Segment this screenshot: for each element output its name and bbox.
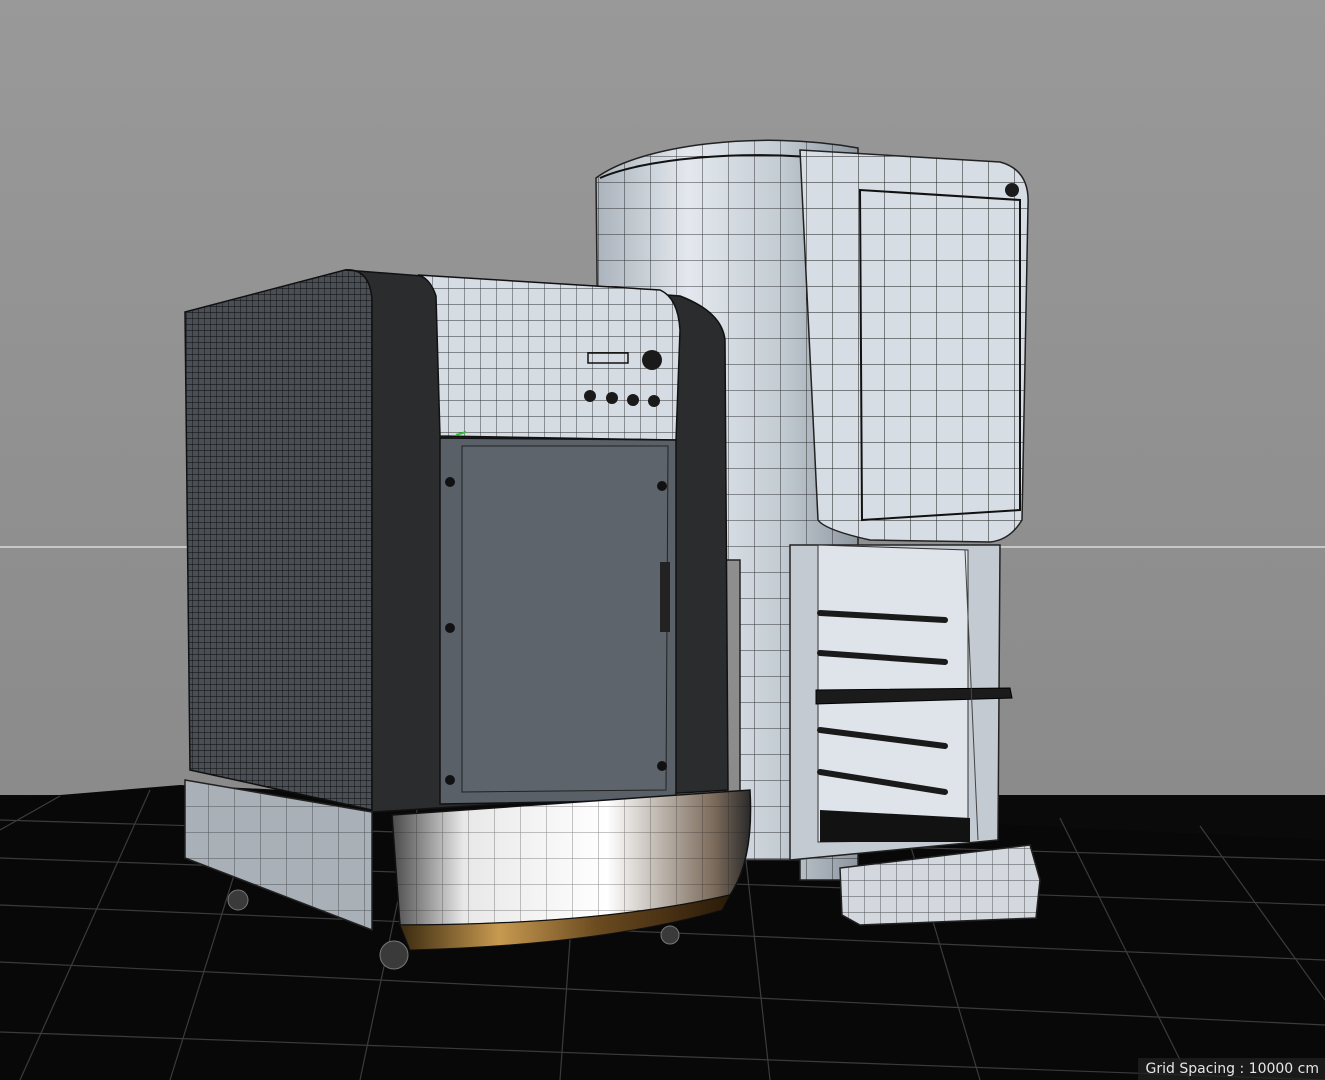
control-button-4-icon — [648, 395, 660, 407]
machine-body — [184, 269, 752, 970]
wheel-icon — [227, 889, 249, 911]
dial-knob-icon — [642, 350, 662, 370]
viewport-scene[interactable] — [0, 0, 1325, 1080]
reservoir-button-icon — [1005, 183, 1019, 197]
control-button-1-icon — [584, 390, 596, 402]
control-button-2-icon — [606, 392, 618, 404]
tank-reservoir — [799, 149, 1029, 543]
dispenser-bay — [789, 544, 1013, 861]
grid-spacing-readout: Grid Spacing : 10000 cm — [1137, 1058, 1325, 1080]
3d-viewport[interactable]: Grid Spacing : 10000 cm — [0, 0, 1325, 1080]
control-button-3-icon — [627, 394, 639, 406]
